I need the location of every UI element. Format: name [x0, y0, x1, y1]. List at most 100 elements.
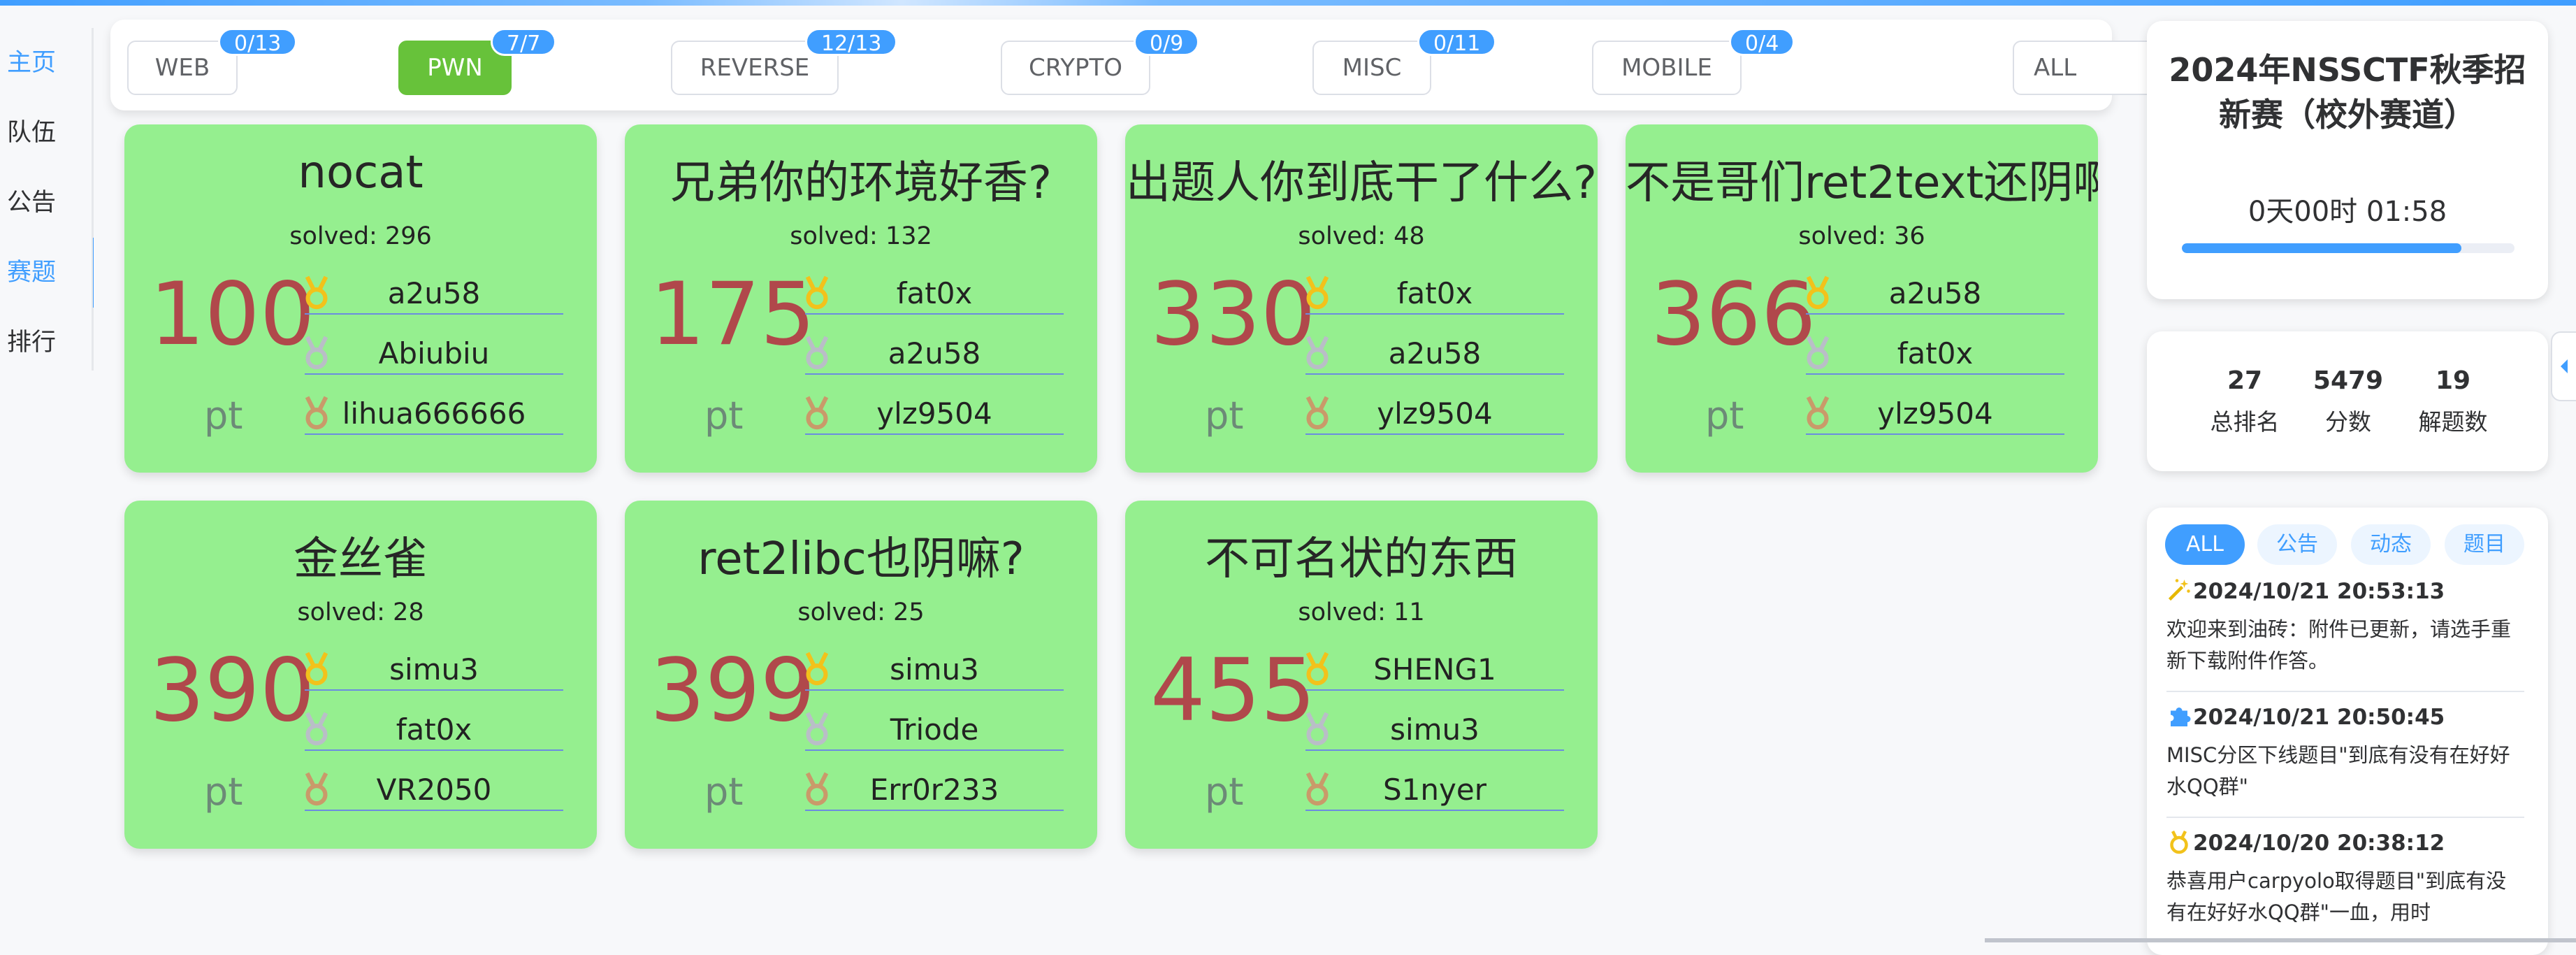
- category-web-button[interactable]: WEB 0/13: [127, 28, 298, 95]
- left-nav: 主页 队伍 公告 赛题 排行: [0, 28, 94, 371]
- category-label: REVERSE: [700, 54, 810, 82]
- category-badge: 0/13: [218, 28, 298, 56]
- solver-name: simu3: [1305, 709, 1564, 751]
- solver-name: simu3: [805, 649, 1064, 691]
- feed-text: 欢迎来到油砖：附件已更新，请选手重新下载附件作答。: [2166, 617, 2512, 673]
- stat-score: 5479 分数: [2292, 366, 2404, 437]
- solver-name: a2u58: [1305, 333, 1564, 375]
- solver-name: Err0r233: [805, 769, 1064, 811]
- solver-name: Triode: [805, 709, 1064, 751]
- category-badge: 7/7: [491, 28, 557, 56]
- contest-title: 2024年NSSCTF秋季招 新赛（校外赛道）: [2147, 48, 2548, 137]
- category-label: WEB: [154, 54, 210, 82]
- contest-panel: 2024年NSSCTF秋季招 新赛（校外赛道） 0天00时 01:58: [2147, 21, 2548, 299]
- category-mobile-button[interactable]: MOBILE 0/4: [1592, 28, 1795, 95]
- contest-progress-fill: [2182, 243, 2461, 253]
- feed-time: 2024/10/21 20:53:13: [2193, 579, 2445, 604]
- stat-value: 5479: [2313, 366, 2384, 395]
- category-badge: 12/13: [805, 28, 898, 56]
- feed-tab-all[interactable]: ALL: [2165, 524, 2245, 565]
- feed-item[interactable]: 2024/10/21 20:50:45 MISC分区下线题目"到底有没有在好好水…: [2166, 702, 2524, 803]
- challenge-card[interactable]: 不是哥们ret2text还阴啊 solved: 36 366 pt a2u58 fat0x…: [1626, 124, 2098, 473]
- challenge-title: nocat: [298, 147, 424, 199]
- challenge-card[interactable]: 金丝雀 solved: 28 390 pt simu3 fat0x VR2050: [124, 501, 597, 849]
- challenge-points: 330: [1150, 264, 1316, 365]
- challenge-title: 出题人你到底干了什么?: [1126, 157, 1597, 209]
- feed-tab-announcements[interactable]: 公告: [2257, 524, 2337, 565]
- solver-name: fat0x: [1305, 273, 1564, 315]
- contest-time-remaining: 0天00时 01:58: [2248, 196, 2447, 228]
- side-panel-toggle[interactable]: [2551, 331, 2576, 401]
- challenge-points-unit: pt: [1705, 394, 1744, 438]
- solver-name: fat0x: [805, 273, 1064, 315]
- challenge-card[interactable]: 兄弟你的环境好香? solved: 132 175 pt fat0x a2u58 ylz95…: [625, 124, 1097, 473]
- challenge-solved-count: solved: 36: [1798, 222, 1925, 250]
- nav-label: 赛题: [7, 259, 57, 287]
- caret-left-icon: [2561, 359, 2568, 373]
- activity-feed-panel: ALL 公告 动态 题目 2024/10/21 20:53:13 欢迎来到油砖：…: [2147, 508, 2548, 955]
- solver-name: simu3: [305, 649, 563, 691]
- category-badge: 0/11: [1417, 28, 1497, 56]
- contest-progress-bar: [2182, 243, 2515, 253]
- nav-item-challenges[interactable]: 赛题: [0, 238, 94, 308]
- challenge-card[interactable]: 不可名状的东西 solved: 11 455 pt SHENG1 simu3 S1nyer: [1125, 501, 1598, 849]
- nav-item-announcements[interactable]: 公告: [0, 168, 94, 238]
- feed-tab-activity[interactable]: 动态: [2351, 524, 2431, 565]
- category-misc-button[interactable]: MISC 0/11: [1312, 28, 1497, 95]
- feed-text: 恭喜用户carpyolo取得题目"到底有没有在好好水QQ群"一血，用时: [2166, 869, 2507, 924]
- solver-name: Abiubiu: [305, 333, 563, 375]
- stat-label: 解题数: [2418, 408, 2488, 436]
- stat-rank: 27 总排名: [2189, 366, 2301, 437]
- nav-item-team[interactable]: 队伍: [0, 98, 94, 168]
- challenge-card[interactable]: ret2libc也阴嘛? solved: 25 399 pt simu3 Triode Er…: [625, 501, 1097, 849]
- solver-name: ylz9504: [1806, 393, 2064, 435]
- puzzle-icon: [2171, 708, 2191, 726]
- feed-divider: [2166, 817, 2524, 818]
- challenge-points: 399: [650, 640, 816, 741]
- feed-item[interactable]: 2024/10/21 20:53:13 欢迎来到油砖：附件已更新，请选手重新下载…: [2166, 576, 2524, 677]
- nav-label: 队伍: [7, 119, 57, 147]
- contest-title-line1: 2024年NSSCTF秋季招: [2169, 51, 2526, 89]
- challenge-points: 455: [1150, 640, 1316, 741]
- category-bar: WEB 0/13 PWN 7/7 REVERSE 12/13 CRYPTO 0/…: [110, 20, 2204, 110]
- stat-value: 19: [2435, 366, 2471, 395]
- challenge-points: 175: [650, 264, 816, 365]
- filter-select-value: ALL: [2034, 54, 2077, 82]
- solver-name: SHENG1: [1305, 649, 1564, 691]
- magic-wand-icon: [2168, 579, 2190, 601]
- feed-tab-challenges[interactable]: 题目: [2445, 524, 2524, 565]
- feed-time: 2024/10/21 20:50:45: [2193, 705, 2445, 730]
- feed-time: 2024/10/20 20:38:12: [2193, 831, 2445, 856]
- solver-name: ylz9504: [805, 393, 1064, 435]
- feed-item[interactable]: 2024/10/20 20:38:12 恭喜用户carpyolo取得题目"到底有…: [2166, 828, 2524, 928]
- solver-name: fat0x: [305, 709, 563, 751]
- stat-value: 27: [2227, 366, 2263, 395]
- challenge-card[interactable]: 出题人你到底干了什么? solved: 48 330 pt fat0x a2u58 ylz9…: [1125, 124, 1598, 473]
- horizontal-scrollbar[interactable]: [1985, 938, 2576, 942]
- challenge-points-unit: pt: [204, 770, 243, 814]
- nav-item-ranking[interactable]: 排行: [0, 308, 94, 378]
- challenge-points: 366: [1651, 264, 1816, 365]
- nav-label: 排行: [7, 329, 57, 357]
- challenge-title: 兄弟你的环境好香?: [670, 157, 1052, 209]
- category-label: MISC: [1342, 54, 1402, 82]
- category-pwn-button[interactable]: PWN 7/7: [398, 28, 557, 95]
- feed-divider: [2166, 691, 2524, 692]
- challenge-points: 390: [150, 640, 315, 741]
- solver-name: fat0x: [1806, 333, 2064, 375]
- challenge-points-unit: pt: [204, 394, 243, 438]
- challenge-solved-count: solved: 296: [289, 222, 432, 250]
- feed-text: MISC分区下线题目"到底有没有在好好水QQ群": [2166, 743, 2510, 798]
- nav-item-home[interactable]: 主页: [0, 28, 94, 98]
- category-crypto-button[interactable]: CRYPTO 0/9: [1001, 28, 1200, 95]
- challenge-title: 金丝雀: [294, 533, 428, 585]
- category-reverse-button[interactable]: REVERSE 12/13: [671, 28, 898, 95]
- nav-label: 公告: [7, 189, 57, 217]
- solver-name: lihua666666: [305, 393, 563, 435]
- nav-label: 主页: [7, 49, 57, 77]
- stat-label: 总排名: [2210, 408, 2280, 436]
- challenge-card[interactable]: nocat solved: 296 100 pt a2u58 Abiubiu lihua66…: [124, 124, 597, 473]
- stat-solves: 19 解题数: [2397, 366, 2509, 437]
- stats-panel: 27 总排名 5479 分数 19 解题数: [2147, 331, 2548, 471]
- category-badge: 0/4: [1729, 28, 1795, 56]
